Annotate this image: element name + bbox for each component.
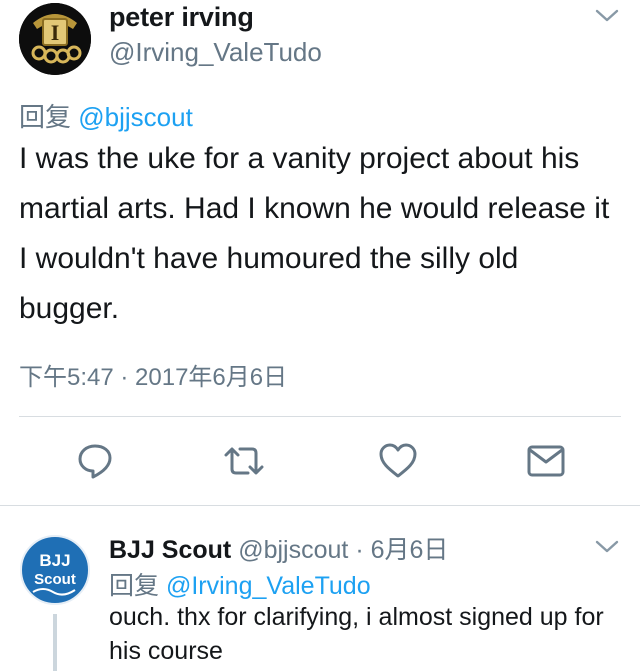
reply-header: BJJ Scout @bjjscout · 6月6日 <box>109 530 448 566</box>
tweet-text: ouch. thx for clarifying, i almost signe… <box>109 603 604 665</box>
svg-text:I: I <box>51 20 60 45</box>
tweet-actions <box>0 436 640 486</box>
author-handle[interactable]: @bjjscout <box>238 536 348 564</box>
vale-tudo-logo-icon: I <box>19 3 91 75</box>
reply-mention-link[interactable]: @Irving_ValeTudo <box>166 572 371 600</box>
like-button[interactable] <box>373 436 423 486</box>
reply-prefix: 回复 <box>19 102 72 132</box>
separator-dot: · <box>355 536 364 564</box>
direct-message-icon <box>527 445 565 477</box>
retweet-button[interactable] <box>219 436 269 486</box>
reply-prefix: 回复 <box>109 572 160 600</box>
author-name[interactable]: BJJ Scout <box>109 536 231 564</box>
reply-button[interactable] <box>70 436 120 486</box>
replying-to: 回复 @bjjscout <box>19 97 193 134</box>
retweet-icon <box>224 447 264 475</box>
chevron-down-icon[interactable] <box>594 537 620 557</box>
avatar[interactable]: I <box>19 3 91 75</box>
reply-mention-link[interactable]: @bjjscout <box>78 102 193 132</box>
like-icon <box>379 443 417 478</box>
reply-tweet[interactable]: BJJ Scout BJJ Scout @bjjscout · 6月6日 回复 … <box>0 506 640 671</box>
tweet-timestamp[interactable]: 下午5:47 · 2017年6月6日 <box>19 357 287 392</box>
avatar[interactable]: BJJ Scout <box>19 534 91 606</box>
svg-text:Scout: Scout <box>34 571 76 588</box>
divider <box>19 416 621 417</box>
thread-line <box>53 614 57 671</box>
replying-to: 回复 @Irving_ValeTudo <box>109 566 371 602</box>
tweet-text: I was the uke for a vanity project about… <box>19 142 610 325</box>
chevron-down-icon[interactable] <box>594 6 620 26</box>
tweet-date[interactable]: 6月6日 <box>371 536 449 564</box>
main-tweet: I peter irving @Irving_ValeTudo 回复 @bjjs… <box>0 0 640 505</box>
author-name[interactable]: peter irving <box>109 2 254 33</box>
author-handle[interactable]: @Irving_ValeTudo <box>109 37 322 68</box>
reply-icon <box>78 444 112 479</box>
direct-message-button[interactable] <box>521 436 571 486</box>
svg-text:BJJ: BJJ <box>39 551 70 570</box>
bjj-scout-logo-icon: BJJ Scout <box>20 535 90 605</box>
